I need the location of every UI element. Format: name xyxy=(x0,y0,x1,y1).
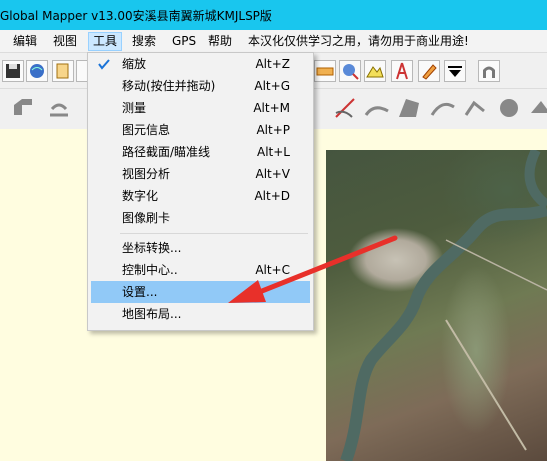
menu-item-path-profile[interactable]: 路径截面/瞄准线 Alt+L xyxy=(88,141,313,163)
menu-item-shortcut: Alt+D xyxy=(254,189,290,203)
tools-menu: 缩放 Alt+Z 移动(按住并拖动) Alt+G 测量 Alt+M 图元信息 A… xyxy=(87,52,314,331)
trace-line-icon[interactable] xyxy=(362,93,392,123)
menu-item-digitize[interactable]: 数字化 Alt+D xyxy=(88,185,313,207)
menu-notice: 本汉化仅供学习之用，请勿用于商业用途! xyxy=(248,34,469,48)
menu-item-label: 控制中心.. xyxy=(122,263,178,277)
search-map-icon[interactable] xyxy=(339,60,361,82)
menu-item-coordinate-convert[interactable]: 坐标转换... xyxy=(88,237,313,259)
menu-item-label: 视图分析 xyxy=(122,167,171,181)
menu-separator xyxy=(120,233,308,234)
area-feature-icon[interactable] xyxy=(394,93,424,123)
menu-item-settings[interactable]: 设置... xyxy=(91,281,310,303)
menu-item-label: 路径截面/瞄准线 xyxy=(122,145,211,159)
menu-item-label: 设置... xyxy=(122,285,158,299)
title-bar: Global Mapper v13.00安溪县南翼新城KMJLSP版 xyxy=(0,0,547,30)
menu-item-map-layout[interactable]: 地图布局... xyxy=(88,303,313,325)
menu-item-label: 图元信息 xyxy=(122,123,171,137)
menu-item-shortcut: Alt+P xyxy=(256,123,290,137)
menu-item-label: 坐标转换... xyxy=(122,241,182,255)
terrain-icon[interactable] xyxy=(364,60,386,82)
check-icon xyxy=(98,59,110,70)
menu-item-shortcut: Alt+C xyxy=(255,263,290,277)
menu-tools[interactable]: 工具 xyxy=(88,32,123,51)
menu-item-label: 缩放 xyxy=(122,57,147,71)
move-feature-icon[interactable] xyxy=(460,93,490,123)
edit-vertex-icon[interactable] xyxy=(8,93,38,123)
menu-gps[interactable]: GPS xyxy=(168,33,200,50)
menu-item-shortcut: Alt+V xyxy=(255,167,290,181)
menu-item-view-shed[interactable]: 视图分析 Alt+V xyxy=(88,163,313,185)
menu-item-measure[interactable]: 测量 Alt+M xyxy=(88,97,313,119)
menu-item-shortcut: Alt+Z xyxy=(255,57,290,71)
menu-item-zoom[interactable]: 缩放 Alt+Z xyxy=(88,53,313,75)
menu-item-label: 测量 xyxy=(122,101,147,115)
menu-item-label: 移动(按住并拖动) xyxy=(122,79,216,93)
menu-help[interactable]: 帮助 xyxy=(204,33,236,50)
draw-line-icon[interactable] xyxy=(330,93,360,123)
split-line-icon[interactable] xyxy=(428,93,458,123)
pencil-icon[interactable] xyxy=(418,60,440,82)
arch-icon[interactable] xyxy=(478,60,500,82)
menu-item-shortcut: Alt+M xyxy=(253,101,290,115)
save-icon[interactable] xyxy=(2,60,24,82)
rotate-feature-icon[interactable] xyxy=(526,93,547,123)
menu-item-control-center[interactable]: 控制中心.. Alt+C xyxy=(88,259,313,281)
edit-line-icon[interactable] xyxy=(44,93,74,123)
menu-item-feature-info[interactable]: 图元信息 Alt+P xyxy=(88,119,313,141)
menu-bar: 编辑 视图 工具 搜索 GPS 帮助 本汉化仅供学习之用，请勿用于商业用途! xyxy=(0,30,547,52)
menu-item-shortcut: Alt+G xyxy=(254,79,290,93)
tower-icon[interactable] xyxy=(391,60,413,82)
satellite-image[interactable] xyxy=(326,150,547,461)
menu-search[interactable]: 搜索 xyxy=(128,33,160,50)
window-title: Global Mapper v13.00安溪县南翼新城KMJLSP版 xyxy=(0,9,272,23)
menu-edit[interactable]: 编辑 xyxy=(9,33,41,50)
combine-area-icon[interactable] xyxy=(494,93,524,123)
menu-item-label: 图像刷卡 xyxy=(122,211,171,225)
menu-item-label: 数字化 xyxy=(122,189,159,203)
document-icon[interactable] xyxy=(52,60,74,82)
globe-icon[interactable] xyxy=(26,60,48,82)
ruler-icon[interactable] xyxy=(314,60,336,82)
menu-item-shortcut: Alt+L xyxy=(257,145,290,159)
menu-view[interactable]: 视图 xyxy=(49,33,81,50)
menu-item-pan[interactable]: 移动(按住并拖动) Alt+G xyxy=(88,75,313,97)
menu-item-label: 地图布局... xyxy=(122,307,182,321)
menu-item-image-swipe[interactable]: 图像刷卡 xyxy=(88,207,313,229)
dropdown-arrow-icon[interactable] xyxy=(444,60,466,82)
